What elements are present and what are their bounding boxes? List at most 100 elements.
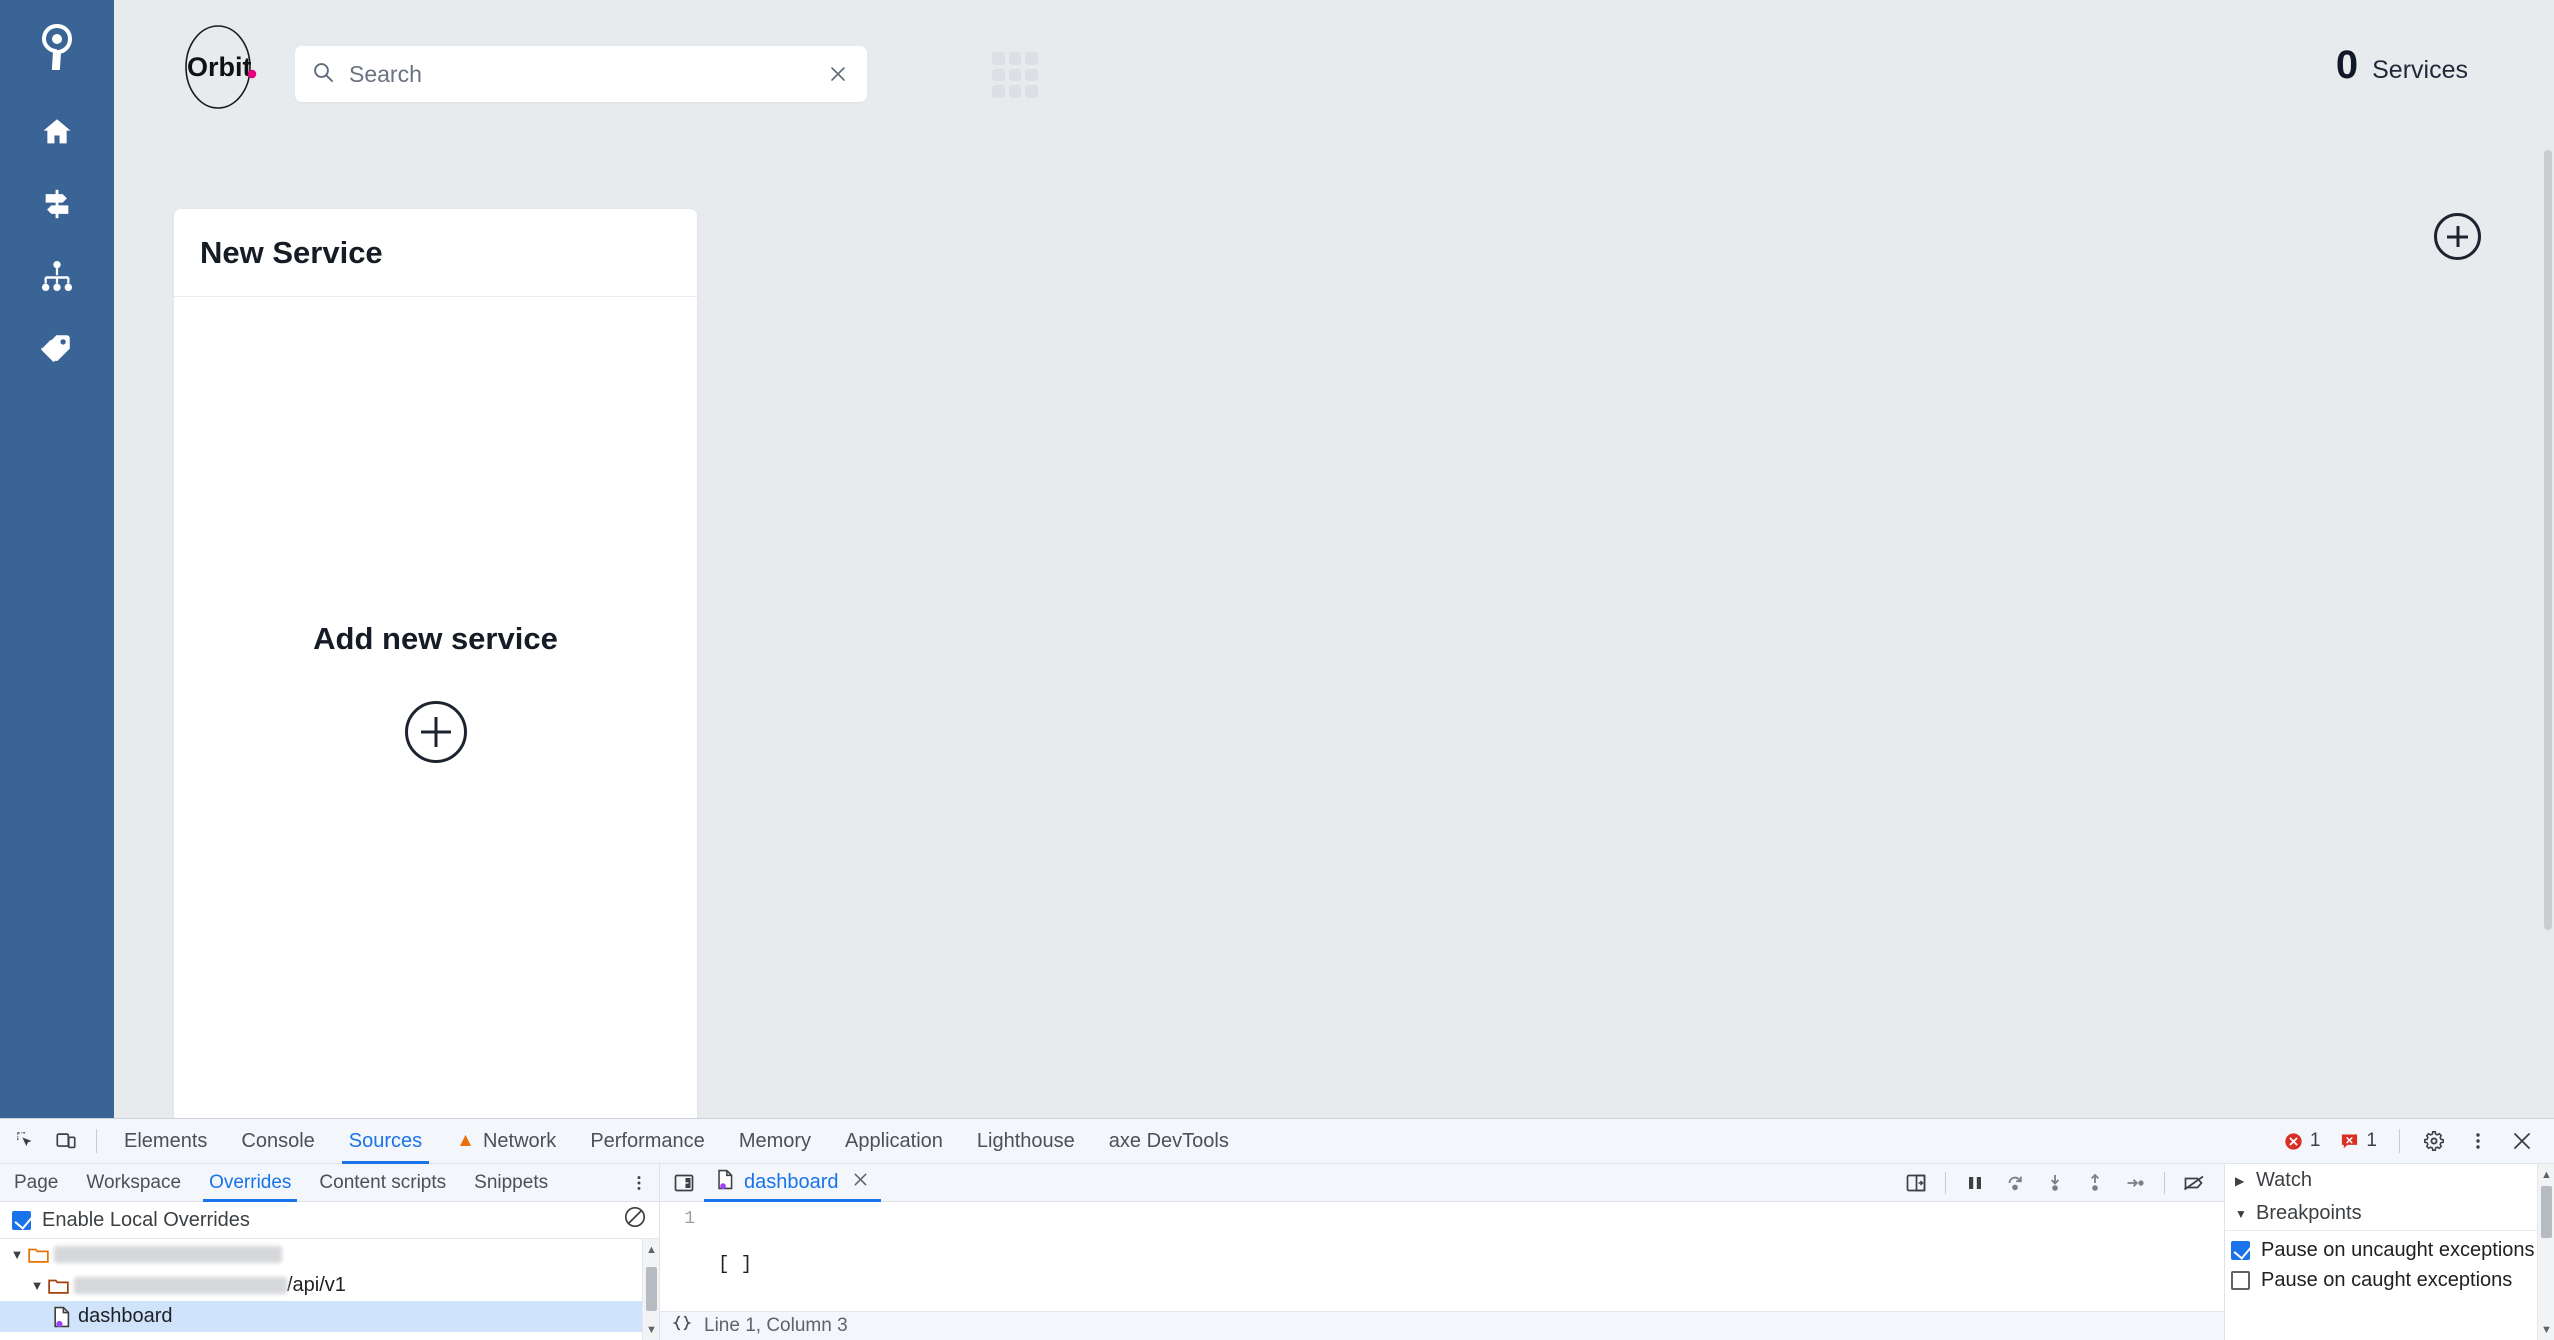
services-count-label: Services (2372, 56, 2468, 84)
settings-gear-icon[interactable] (2414, 1123, 2454, 1159)
overrides-file-tree[interactable]: ▼ ▼ /api/v1 dashboard ▲ ▼ (0, 1239, 659, 1340)
scroll-up-icon[interactable]: ▲ (2538, 1166, 2554, 1183)
chevron-down-icon[interactable]: ▼ (26, 1278, 48, 1293)
scroll-up-icon[interactable]: ▲ (643, 1241, 659, 1258)
code-editor[interactable]: 1 [ ] (660, 1202, 2224, 1312)
tab-label: axe DevTools (1108, 1129, 1229, 1152)
tab-label: Performance (590, 1129, 705, 1152)
sources-navigator: Page Workspace Overrides Content scripts… (0, 1164, 660, 1340)
issue-count[interactable]: 1 (2332, 1130, 2385, 1152)
signpost-icon (45, 189, 69, 219)
tags-icon (41, 335, 70, 363)
grid-cell (1025, 52, 1038, 65)
pause-uncaught-label: Pause on uncaught exceptions (2261, 1238, 2535, 1261)
scrollbar-thumb[interactable] (646, 1267, 657, 1311)
device-toolbar-icon[interactable] (46, 1123, 86, 1159)
close-devtools-icon[interactable] (2502, 1123, 2542, 1159)
deactivate-breakpoints-icon[interactable] (2174, 1165, 2214, 1201)
clear-configuration-icon[interactable] (623, 1205, 647, 1235)
step-out-icon[interactable] (2075, 1165, 2115, 1201)
chevron-down-icon[interactable]: ▼ (6, 1247, 28, 1262)
page-scrollbar[interactable] (2544, 150, 2552, 930)
format-braces-icon[interactable] (672, 1314, 692, 1338)
search-box[interactable] (295, 46, 867, 102)
pause-caught-checkbox[interactable] (2231, 1270, 2250, 1290)
add-service-button[interactable] (404, 701, 467, 763)
home-icon (43, 119, 71, 144)
tab-label: Elements (124, 1129, 208, 1152)
grid-cell (1008, 85, 1022, 98)
inspect-element-icon[interactable] (6, 1123, 46, 1159)
subtab-content-scripts[interactable]: Content scripts (305, 1164, 460, 1202)
subtab-page[interactable]: Page (0, 1164, 72, 1202)
devtools-tabbar-right: 1 1 (2276, 1123, 2554, 1159)
pause-caught-row[interactable]: Pause on caught exceptions (2231, 1265, 2554, 1295)
more-options-icon[interactable] (2458, 1123, 2498, 1159)
step-icon[interactable] (2115, 1165, 2155, 1201)
debugger-scrollbar[interactable]: ▲ ▼ (2537, 1164, 2554, 1340)
grid-cell (992, 68, 1005, 82)
add-service-fab[interactable] (2434, 213, 2481, 260)
code-line: [ ] (718, 1253, 753, 1275)
redacted-domain (54, 1246, 282, 1263)
sidebar-item-directions[interactable] (0, 168, 114, 240)
watch-section-header[interactable]: ▶ Watch (2225, 1164, 2554, 1197)
tab-label: Memory (738, 1129, 812, 1152)
tab-memory[interactable]: Memory (722, 1119, 828, 1164)
chevron-down-icon: ▼ (2235, 1206, 2247, 1221)
search-input[interactable] (349, 60, 825, 88)
subtab-workspace[interactable]: Workspace (72, 1164, 195, 1202)
pause-uncaught-checkbox[interactable] (2231, 1240, 2250, 1260)
subtab-snippets[interactable]: Snippets (460, 1164, 562, 1202)
watch-label: Watch (2256, 1169, 2312, 1191)
show-debugger-sidebar-icon[interactable] (1896, 1165, 1936, 1201)
error-count[interactable]: 1 (2276, 1130, 2329, 1152)
editor-tab-label: dashboard (744, 1171, 839, 1193)
show-navigator-icon[interactable] (664, 1165, 704, 1201)
tab-console[interactable]: Console (224, 1119, 331, 1164)
sitemap-icon (41, 260, 73, 292)
file-tree-scrollbar[interactable]: ▲ ▼ (642, 1239, 659, 1340)
enable-local-overrides-checkbox[interactable] (12, 1210, 31, 1230)
close-icon[interactable] (825, 61, 851, 87)
step-over-icon[interactable] (1995, 1165, 2035, 1201)
scrollbar-thumb[interactable] (2541, 1186, 2552, 1238)
pause-uncaught-row[interactable]: Pause on uncaught exceptions (2231, 1235, 2554, 1265)
tab-elements[interactable]: Elements (107, 1119, 224, 1164)
tab-application[interactable]: Application (828, 1119, 960, 1164)
sidebar-logo[interactable] (0, 0, 114, 96)
brand-logo[interactable]: Orbit (172, 18, 270, 116)
grid-view-icon[interactable] (992, 52, 1038, 98)
scroll-down-icon[interactable]: ▼ (2538, 1321, 2554, 1338)
tab-sources[interactable]: Sources (332, 1119, 439, 1164)
sidebar-item-tags[interactable] (0, 312, 114, 384)
tab-network[interactable]: ▲ Network (439, 1119, 573, 1164)
tree-row[interactable]: dashboard (0, 1301, 659, 1332)
tree-row[interactable]: ▼ (0, 1239, 659, 1270)
debugger-sidebar: ▶ Watch ▼ Breakpoints Pause on uncaught … (2224, 1164, 2554, 1340)
scroll-down-icon[interactable]: ▼ (643, 1321, 659, 1338)
add-service-label: Add new service (313, 621, 558, 656)
tree-row[interactable]: ▼ /api/v1 (0, 1270, 659, 1301)
tab-performance[interactable]: Performance (573, 1119, 722, 1164)
subtab-label: Snippets (474, 1171, 549, 1193)
card-header: New Service (174, 209, 697, 297)
sidebar-item-home[interactable] (0, 96, 114, 168)
grid-cell (1025, 68, 1038, 82)
step-into-icon[interactable] (2035, 1165, 2075, 1201)
code-content[interactable]: [ ] (704, 1202, 2224, 1311)
divider (1945, 1171, 1946, 1194)
more-options-icon[interactable] (619, 1165, 659, 1201)
app-header: Orbit 0 Servic (114, 0, 2554, 150)
tab-lighthouse[interactable]: Lighthouse (960, 1119, 1092, 1164)
services-counter: 0 Services (2336, 45, 2468, 85)
pause-script-execution-icon[interactable] (1955, 1165, 1995, 1201)
editor-tab-dashboard[interactable]: dashboard (704, 1164, 881, 1202)
subtab-label: Content scripts (319, 1171, 447, 1193)
breakpoints-section-header[interactable]: ▼ Breakpoints (2225, 1197, 2554, 1230)
sidebar-item-hierarchy[interactable] (0, 240, 114, 312)
subtab-overrides[interactable]: Overrides (195, 1164, 305, 1202)
tab-axe-devtools[interactable]: axe DevTools (1092, 1119, 1246, 1164)
tree-path-suffix: /api/v1 (287, 1274, 346, 1296)
close-icon[interactable] (852, 1171, 869, 1194)
